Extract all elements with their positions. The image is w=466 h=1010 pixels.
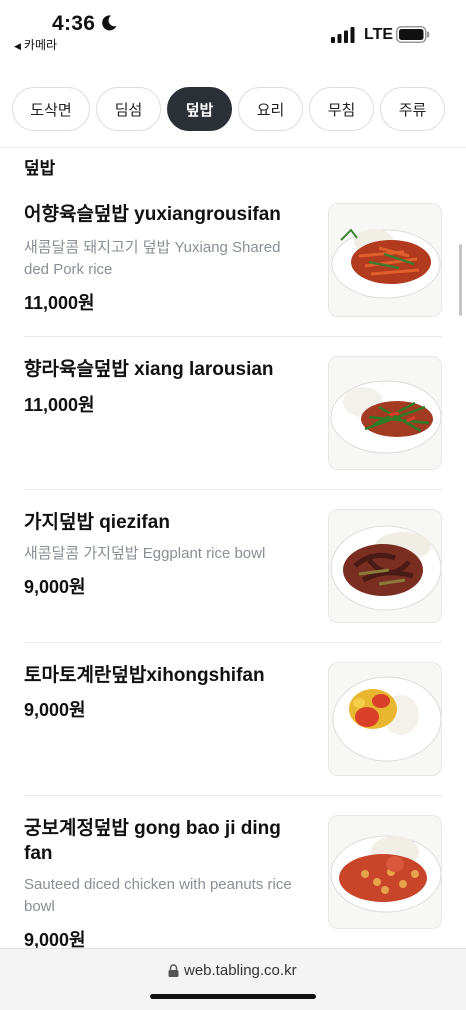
eggplant-rice-image xyxy=(329,510,441,622)
back-app-label: 카메라 xyxy=(23,38,58,52)
shredded-pork-rice-image xyxy=(329,204,441,316)
status-time: 4:36 xyxy=(52,12,96,35)
menu-item-price: 9,000원 xyxy=(24,577,86,597)
menu-item-description: Sauteed diced chicken with peanuts rice … xyxy=(24,876,292,915)
menu-item-name: 궁보계정덮밥 gong bao ji ding fan xyxy=(24,818,281,864)
tab-dishes[interactable]: 요리 xyxy=(238,87,303,131)
tabs-divider xyxy=(0,147,466,148)
cellular-signal-icon xyxy=(331,27,355,43)
menu-item-photo[interactable] xyxy=(328,356,442,470)
item-divider xyxy=(24,795,442,796)
menu-item-description: 새콤달콤 가지덮밥 Eggplant rice bowl xyxy=(24,545,266,562)
menu-item-name: 향라육슬덮밥 xiang larousian xyxy=(24,359,274,380)
tab-dosakmyeon[interactable]: 도삭면 xyxy=(12,87,90,131)
tab-salads[interactable]: 무침 xyxy=(309,87,374,131)
browser-url-bar[interactable] xyxy=(0,948,466,1010)
menu-item-photo[interactable] xyxy=(328,203,442,317)
back-triangle-icon: ◀ xyxy=(14,41,21,51)
menu-item-price: 9,000원 xyxy=(24,700,86,720)
status-bar: 4:36 ◀ 카메라 LTE xyxy=(0,0,466,60)
network-type: LTE xyxy=(364,26,394,43)
menu-item-name: 토마토계란덮밥xihongshifan xyxy=(24,665,265,686)
spicy-pork-greens-rice-image xyxy=(329,357,441,469)
menu-item-photo[interactable] xyxy=(328,662,442,776)
back-to-app-link[interactable]: ◀ 카메라 xyxy=(14,36,57,53)
kung-pao-chicken-rice-image xyxy=(329,816,441,928)
menu-item-name: 가지덮밥 qiezifan xyxy=(24,512,170,533)
battery-icon xyxy=(396,26,430,43)
menu-item-photo[interactable] xyxy=(328,509,442,623)
tab-drinks[interactable]: 주류 xyxy=(380,87,445,131)
tab-dimsum[interactable]: 딤섬 xyxy=(96,87,161,131)
tab-rice-bowl[interactable]: 덮밥 xyxy=(167,87,232,131)
item-divider xyxy=(24,642,442,643)
menu-item-price: 11,000원 xyxy=(24,395,95,415)
lock-icon xyxy=(168,964,179,977)
url-text[interactable]: web.tabling.co.kr xyxy=(184,962,297,979)
menu-item-price: 11,000원 xyxy=(24,293,95,313)
menu-item-description: 새콤달콤 돼지고기 덮밥 Yuxiang Shared ded Pork ric… xyxy=(24,239,281,278)
menu-item-photo[interactable] xyxy=(328,815,442,929)
scrollbar[interactable] xyxy=(459,244,462,316)
item-divider xyxy=(24,489,442,490)
item-divider xyxy=(24,336,442,337)
category-tabs: 도삭면 딤섬 덮밥 요리 무침 주류 xyxy=(12,87,445,131)
menu-item-name: 어향육슬덮밥 yuxiangrousifan xyxy=(24,204,281,225)
section-title: 덮밥 xyxy=(24,159,56,178)
tomato-egg-rice-image xyxy=(329,663,441,775)
home-indicator[interactable] xyxy=(150,994,316,999)
moon-icon xyxy=(102,15,117,31)
